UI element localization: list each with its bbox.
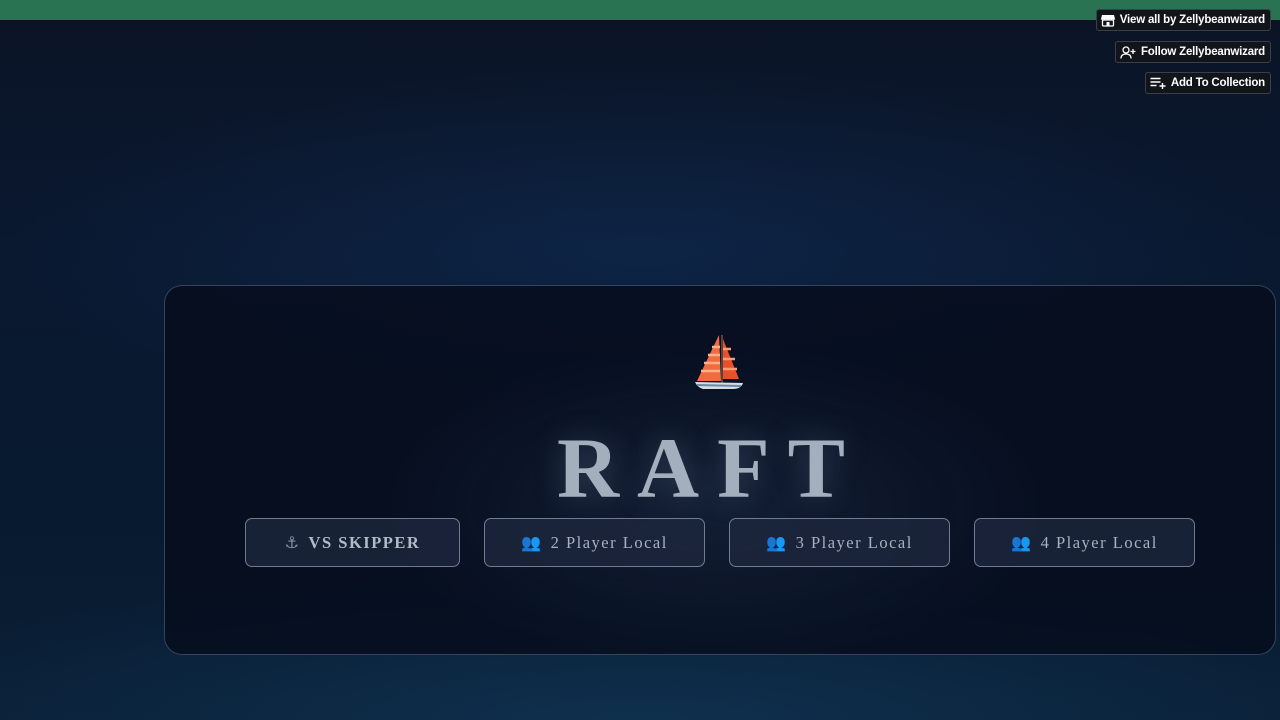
add-to-collection-label: Add To Collection bbox=[1170, 77, 1265, 89]
follow-label: Follow Zellybeanwizard bbox=[1140, 46, 1265, 58]
user-plus-icon bbox=[1120, 45, 1136, 59]
sailboat-icon bbox=[695, 335, 743, 389]
view-all-by-author-button[interactable]: View all by Zellybeanwizard bbox=[1095, 9, 1271, 31]
people-icon: 👥 bbox=[1011, 533, 1033, 552]
view-all-label: View all by Zellybeanwizard bbox=[1119, 14, 1265, 26]
playlist-add-icon bbox=[1150, 77, 1166, 89]
three-player-local-button[interactable]: 👥 3 Player Local bbox=[729, 518, 950, 567]
follow-author-button[interactable]: Follow Zellybeanwizard bbox=[1114, 41, 1271, 63]
vs-skipper-label: VS SKIPPER bbox=[308, 532, 421, 552]
four-player-local-button[interactable]: 👥 4 Player Local bbox=[974, 518, 1195, 567]
people-icon: 👥 bbox=[521, 533, 543, 552]
two-player-local-button[interactable]: 👥 2 Player Local bbox=[484, 518, 705, 567]
storefront-icon bbox=[1100, 14, 1115, 27]
game-title: RAFT bbox=[556, 420, 864, 516]
people-icon: 👥 bbox=[766, 533, 788, 552]
two-player-label: 2 Player Local bbox=[550, 532, 668, 552]
anchor-icon: ⚓ bbox=[284, 533, 301, 552]
four-player-label: 4 Player Local bbox=[1040, 532, 1158, 552]
vs-skipper-button[interactable]: ⚓ VS SKIPPER bbox=[245, 518, 460, 567]
add-to-collection-button[interactable]: Add To Collection bbox=[1144, 72, 1271, 94]
three-player-label: 3 Player Local bbox=[795, 532, 913, 552]
itch-top-bar bbox=[0, 0, 1280, 20]
